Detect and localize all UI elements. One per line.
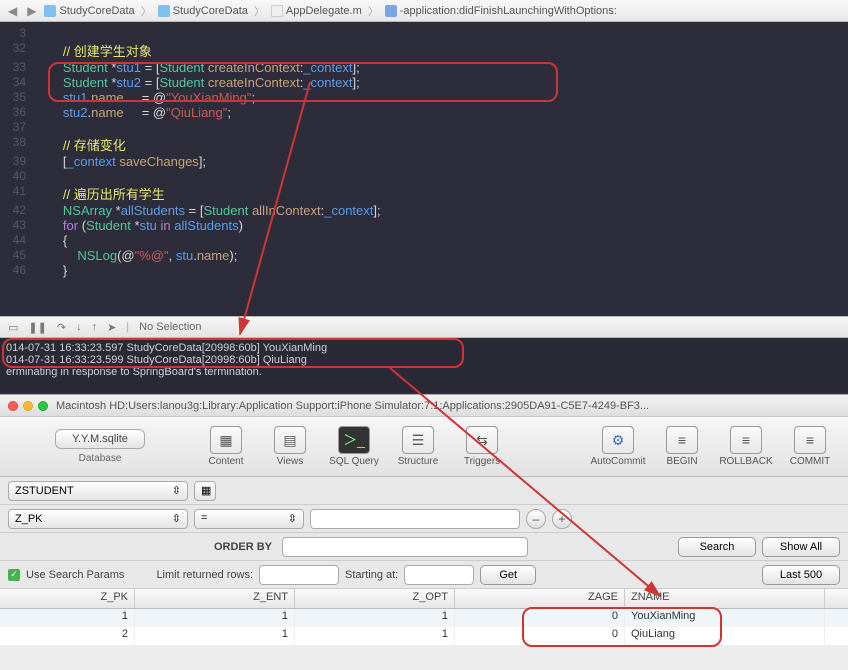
chevron-updown-icon: ⇳: [288, 512, 297, 526]
zoom-icon[interactable]: [38, 401, 48, 411]
code-editor[interactable]: 3 32 // 创建学生对象33 Student *stu1 = [Studen…: [0, 22, 848, 316]
triggers-icon: ⇆: [466, 426, 498, 454]
views-button[interactable]: ▤Views: [262, 426, 318, 467]
folder-icon: [158, 5, 170, 17]
starting-at-input[interactable]: [404, 565, 474, 585]
terminal-icon: ＞_: [338, 426, 370, 454]
begin-button[interactable]: ≡BEGIN: [654, 426, 710, 467]
order-by-input[interactable]: [282, 537, 528, 557]
checkbox-icon[interactable]: ✓: [8, 569, 20, 581]
step-in-icon[interactable]: ↓: [76, 321, 82, 333]
sql-query-button[interactable]: ＞_SQL Query: [326, 426, 382, 467]
content-button[interactable]: ▦Content: [198, 426, 254, 467]
chevron-right-icon: 〉: [254, 3, 265, 19]
get-button[interactable]: Get: [480, 565, 536, 585]
col-opt[interactable]: Z_OPT: [295, 589, 455, 608]
col-pk[interactable]: Z_PK: [0, 589, 135, 608]
filter-row-2: Z_PK⇳ =⇳ – +: [0, 505, 848, 533]
step-over-icon[interactable]: ↷: [57, 321, 66, 334]
filter-value-input[interactable]: [310, 509, 520, 529]
views-icon: ▤: [274, 426, 306, 454]
table-row[interactable]: 2 1 1 0 QiuLiang: [0, 627, 848, 645]
rollback-button[interactable]: ≡ROLLBACK: [718, 426, 774, 467]
column-select[interactable]: Z_PK⇳: [8, 509, 188, 529]
chevron-right-icon: 〉: [368, 3, 379, 19]
file-icon: [271, 5, 283, 17]
sqlite-browser-window: Macintosh HD:Users:lanou3g:Library:Appli…: [0, 394, 848, 670]
search-button[interactable]: Search: [678, 537, 756, 557]
debug-selection: No Selection: [139, 321, 201, 333]
window-title: Macintosh HD:Users:lanou3g:Library:Appli…: [56, 400, 649, 412]
location-icon[interactable]: ➤: [107, 321, 116, 334]
close-icon[interactable]: [8, 401, 18, 411]
order-by-label: ORDER BY: [8, 541, 276, 553]
db-toolbar: Y.Y.M.sqlite Database ▦Content ▤Views ＞_…: [0, 417, 848, 477]
gear-icon: ⚙: [602, 426, 634, 454]
step-out-icon[interactable]: ↑: [92, 321, 98, 333]
autocommit-button[interactable]: ⚙AutoCommit: [590, 426, 646, 467]
use-search-params-label: Use Search Params: [26, 569, 124, 581]
chevron-updown-icon: ⇳: [172, 512, 181, 525]
table-icon: ▦: [210, 426, 242, 454]
col-age[interactable]: ZAGE: [455, 589, 625, 608]
operator-select[interactable]: =⇳: [194, 509, 304, 529]
chevron-updown-icon: ⇳: [172, 484, 181, 497]
chevron-right-icon: 〉: [141, 3, 152, 19]
remove-filter-button[interactable]: –: [526, 509, 546, 529]
crumb-0[interactable]: StudyCoreData: [44, 5, 134, 17]
limit-rows-label: Limit returned rows:: [156, 569, 253, 581]
order-row: ORDER BY Search Show All: [0, 533, 848, 561]
table-body: 1 1 1 0 YouXianMing 2 1 1 0 QiuLiang: [0, 609, 848, 645]
traffic-lights: [8, 401, 48, 411]
add-filter-button[interactable]: +: [552, 509, 572, 529]
col-name[interactable]: ZNAME: [625, 589, 825, 608]
begin-icon: ≡: [666, 426, 698, 454]
crumb-1[interactable]: StudyCoreData: [158, 5, 248, 17]
commit-icon: ≡: [794, 426, 826, 454]
last-500-button[interactable]: Last 500: [762, 565, 840, 585]
triggers-button[interactable]: ⇆Triggers: [454, 426, 510, 467]
starting-at-label: Starting at:: [345, 569, 398, 581]
crumb-2[interactable]: AppDelegate.m: [271, 5, 362, 17]
folder-icon: [44, 5, 56, 17]
minimize-icon[interactable]: [23, 401, 33, 411]
window-titlebar: Macintosh HD:Users:lanou3g:Library:Appli…: [0, 395, 848, 417]
database-label: Database: [79, 453, 122, 464]
limit-rows-input[interactable]: [259, 565, 339, 585]
hide-debug-icon[interactable]: ▭: [8, 321, 18, 334]
crumb-3[interactable]: -application:didFinishLaunchingWithOptio…: [385, 5, 617, 17]
commit-button[interactable]: ≡COMMIT: [782, 426, 838, 467]
rollback-icon: ≡: [730, 426, 762, 454]
breadcrumb-bar: ◀ ▶ StudyCoreData 〉 StudyCoreData 〉 AppD…: [0, 0, 848, 22]
filter-row-1: ZSTUDENT⇳ ▦: [0, 477, 848, 505]
table-select[interactable]: ZSTUDENT⇳: [8, 481, 188, 501]
table-row[interactable]: 1 1 1 0 YouXianMing: [0, 609, 848, 627]
params-row: ✓ Use Search Params Limit returned rows:…: [0, 561, 848, 589]
col-ent[interactable]: Z_ENT: [135, 589, 295, 608]
structure-button[interactable]: ☰Structure: [390, 426, 446, 467]
method-icon: [385, 5, 397, 17]
pause-icon[interactable]: ❚❚: [28, 321, 46, 334]
table-header: Z_PK Z_ENT Z_OPT ZAGE ZNAME: [0, 589, 848, 609]
console-toolbar: ▭ ❚❚ ↷ ↓ ↑ ➤ | No Selection: [0, 316, 848, 338]
nav-back-icon[interactable]: ◀: [6, 4, 19, 18]
grid-toggle[interactable]: ▦: [194, 481, 216, 501]
database-file-button[interactable]: Y.Y.M.sqlite: [55, 429, 145, 449]
structure-icon: ☰: [402, 426, 434, 454]
nav-fwd-icon[interactable]: ▶: [25, 4, 38, 18]
console-output[interactable]: 014-07-31 16:33:23.597 StudyCoreData[209…: [0, 338, 848, 392]
show-all-button[interactable]: Show All: [762, 537, 840, 557]
